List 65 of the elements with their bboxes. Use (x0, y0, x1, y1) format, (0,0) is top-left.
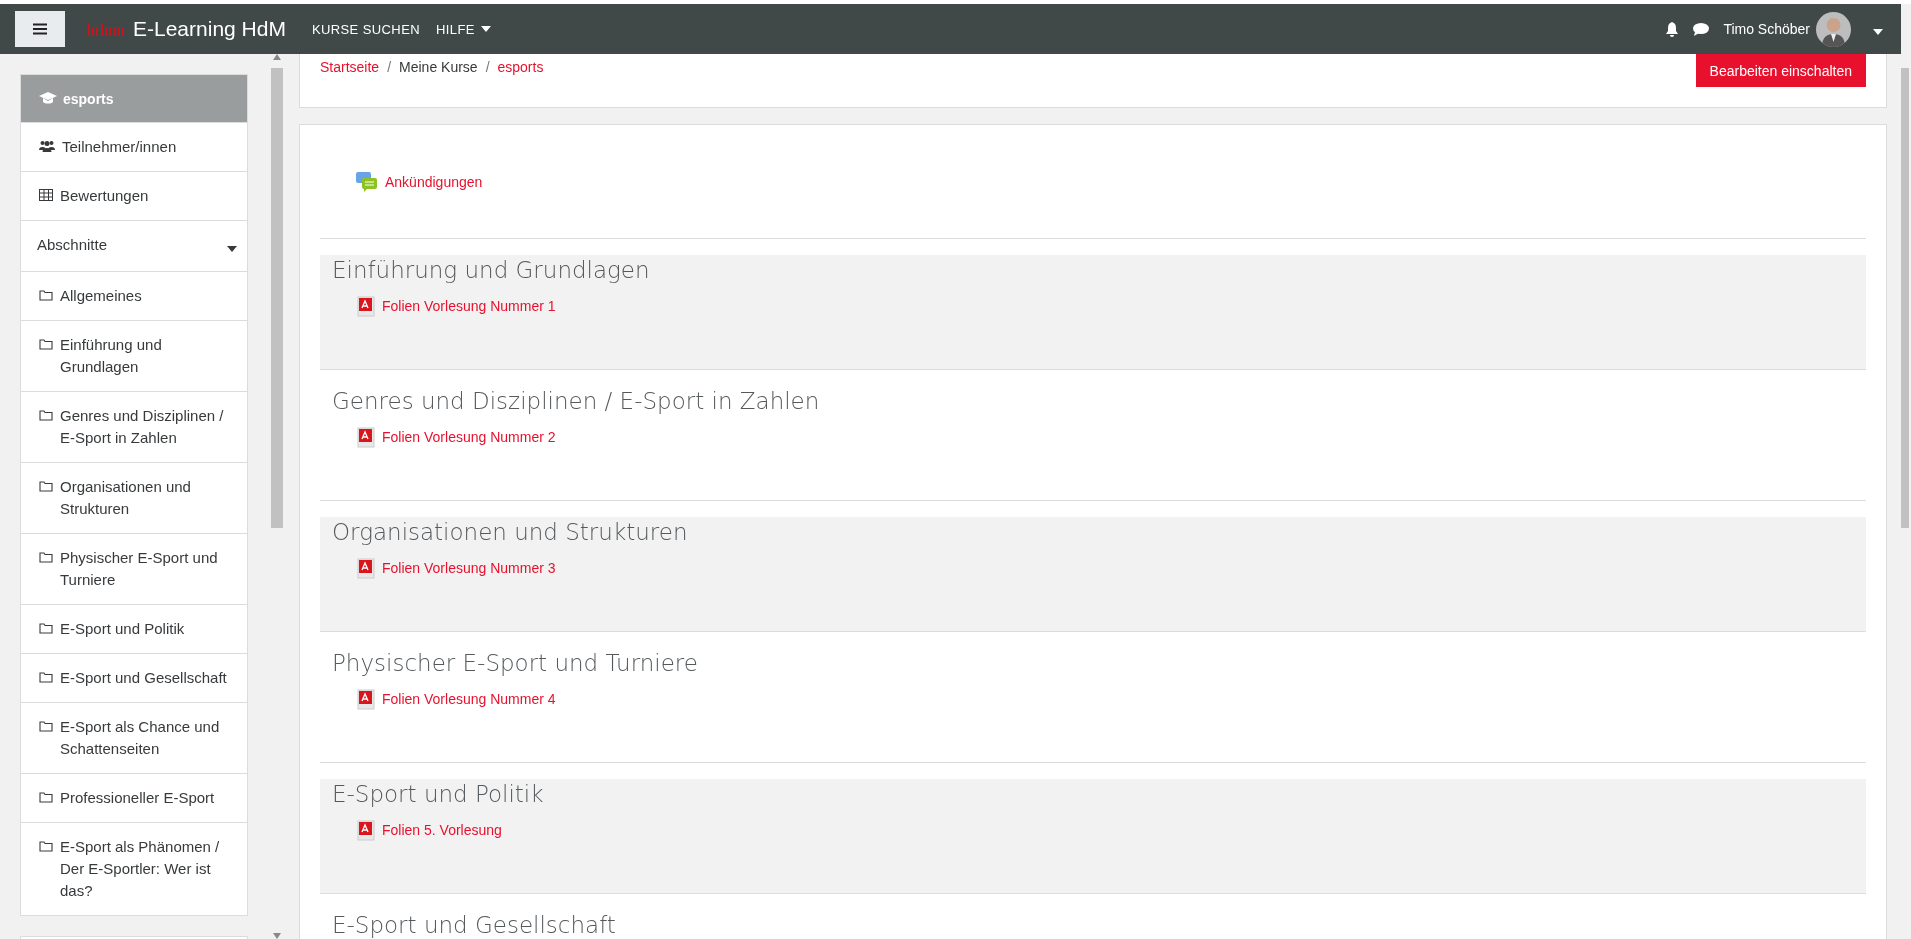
breadcrumb-text: Meine Kurse (399, 59, 478, 75)
sidebar-item[interactable]: Teilnehmer/innen (21, 122, 247, 171)
pdf-icon (356, 819, 376, 841)
sidebar-item[interactable]: Einführung und Grundlagen (21, 320, 247, 391)
section-title: Physischer E-Sport und Turniere (332, 649, 699, 676)
forum-icon (355, 170, 379, 193)
scroll-down-icon[interactable] (272, 933, 281, 939)
folder-icon (39, 551, 53, 563)
folder-icon (39, 289, 53, 301)
folder-icon (39, 791, 53, 803)
nav-link[interactable]: KURSE SUCHEN (311, 21, 420, 37)
sidebar-item[interactable]: Allgemeines (21, 271, 247, 320)
sidebar-item[interactable]: Bewertungen (21, 171, 247, 220)
edit-mode-button[interactable]: Bearbeiten einschalten (1695, 54, 1866, 87)
section-title: E-Sport und Gesellschaft (332, 911, 617, 938)
breadcrumb-link[interactable]: Startseite (320, 59, 380, 75)
section-title: Organisationen und Strukturen (332, 518, 689, 545)
pdf-icon (356, 295, 376, 317)
user-name[interactable]: Timo Schöber (1723, 21, 1810, 37)
resource-link[interactable]: Folien Vorlesung Nummer 1 (382, 298, 556, 314)
sidebar-item[interactable]: Organisationen und Strukturen (21, 462, 247, 533)
pdf-icon (356, 426, 376, 448)
sidebar-item[interactable]: Abschnitte (21, 220, 247, 271)
breadcrumb-separator: / (387, 59, 392, 75)
section-title: Genres und Disziplinen / E-Sport in Zahlen (332, 387, 821, 414)
menu-button[interactable] (15, 11, 65, 47)
sidebar-item[interactable]: Genres und Disziplinen / E-Sport in Zahlen (21, 391, 247, 462)
section-title: Einführung und Grundlagen (332, 256, 651, 283)
sidebar-item[interactable]: E-Sport und Gesellschaft (21, 653, 247, 702)
pdf-icon (356, 688, 376, 710)
chat-icon[interactable] (1693, 22, 1710, 36)
folder-icon (39, 409, 53, 421)
nav-link[interactable]: HILFE (436, 21, 491, 37)
user-menu-caret-icon (1873, 28, 1883, 35)
sidebar-item[interactable]: E-Sport und Politik (21, 604, 247, 653)
section-title: E-Sport und Politik (332, 780, 545, 807)
resource-link[interactable]: Folien 5. Vorlesung (382, 822, 502, 838)
menu-icon (33, 23, 47, 35)
announcements-link[interactable]: Ankündigungen (385, 173, 483, 190)
resource-link[interactable]: Folien Vorlesung Nummer 3 (382, 560, 556, 576)
breadcrumb-link[interactable]: esports (497, 59, 544, 75)
folder-icon (39, 720, 53, 732)
graduation-cap-icon (39, 92, 57, 105)
pdf-icon (356, 557, 376, 579)
logo-icon (87, 21, 127, 37)
folder-icon (39, 338, 53, 350)
sidebar-item[interactable]: E-Sport als Chance und Schattenseiten (21, 702, 247, 773)
table-icon (39, 189, 53, 201)
bell-icon[interactable] (1665, 21, 1680, 37)
sidebar-item[interactable]: E-Sport als Phänomen / Der E-Sportler: Wer ist das? (21, 822, 247, 915)
breadcrumb-separator: / (485, 59, 490, 75)
folder-icon (39, 671, 53, 683)
folder-icon (39, 840, 53, 852)
resource-link[interactable]: Folien Vorlesung Nummer 4 (382, 691, 556, 707)
folder-icon (39, 480, 53, 492)
sidebar-item[interactable]: Professioneller E-Sport (21, 773, 247, 822)
folder-icon (39, 622, 53, 634)
course-name: esports (63, 90, 114, 107)
brand-title[interactable]: E-Learning HdM (133, 17, 286, 41)
sidebar-item[interactable]: Physischer E-Sport und Turniere (21, 533, 247, 604)
caret-icon (227, 246, 237, 252)
sidebar-scrollbar[interactable] (270, 54, 283, 939)
users-icon (39, 140, 55, 152)
resource-link[interactable]: Folien Vorlesung Nummer 2 (382, 429, 556, 445)
caret-icon (480, 26, 491, 32)
